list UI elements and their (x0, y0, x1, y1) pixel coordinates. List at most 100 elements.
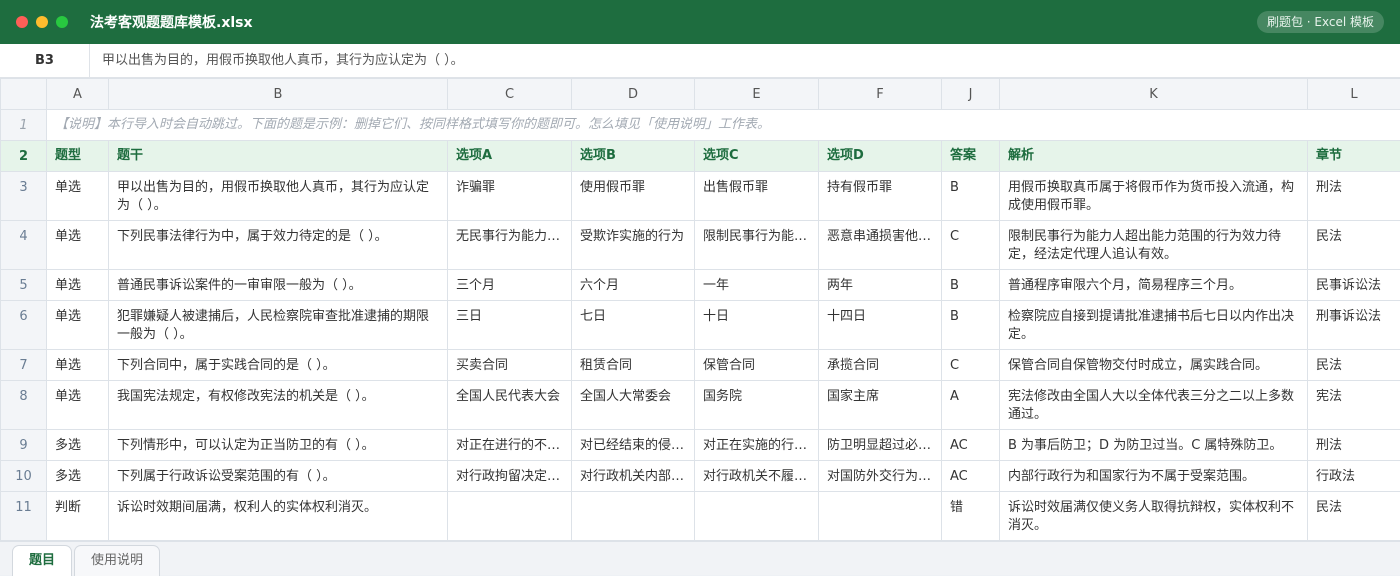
table-cell[interactable]: 下列合同中，属于实践合同的是（ ）。 (109, 350, 448, 381)
table-cell[interactable]: 犯罪嫌疑人被逮捕后，人民检察院审查批准逮捕的期限一般为（ ）。 (109, 301, 448, 350)
table-cell[interactable]: 十四日 (819, 301, 942, 350)
close-window-button[interactable] (16, 16, 28, 28)
table-cell[interactable]: 恶意串通损害他… (819, 221, 942, 270)
table-cell[interactable]: 对国防外交行为… (819, 461, 942, 492)
table-cell[interactable]: 使用假币罪 (572, 172, 695, 221)
table-cell[interactable]: 诉讼时效届满仅使义务人取得抗辩权，实体权利不消灭。 (1000, 492, 1308, 541)
row-number[interactable]: 9 (1, 430, 47, 461)
table-cell[interactable]: 租赁合同 (572, 350, 695, 381)
table-cell[interactable]: 买卖合同 (448, 350, 572, 381)
table-cell[interactable]: 对行政机关不履… (695, 461, 819, 492)
table-cell[interactable]: 下列属于行政诉讼受案范围的有（ ）。 (109, 461, 448, 492)
row-number[interactable]: 2 (1, 141, 47, 172)
table-cell[interactable]: 宪法 (1308, 381, 1400, 430)
table-cell[interactable]: 单选 (47, 172, 109, 221)
column-header[interactable]: K (1000, 79, 1308, 110)
formula-input[interactable]: 甲以出售为目的，用假币换取他人真币，其行为应认定为（ ）。 (90, 44, 1400, 77)
row-number[interactable]: 7 (1, 350, 47, 381)
table-cell[interactable]: 错 (942, 492, 1000, 541)
table-cell[interactable] (448, 492, 572, 541)
table-cell[interactable]: 判断 (47, 492, 109, 541)
table-cell[interactable]: 六个月 (572, 270, 695, 301)
table-cell[interactable]: B (942, 301, 1000, 350)
table-cell[interactable]: 七日 (572, 301, 695, 350)
table-cell[interactable]: C (942, 350, 1000, 381)
table-cell[interactable]: 用假币换取真币属于将假币作为货币投入流通，构成使用假币罪。 (1000, 172, 1308, 221)
column-header[interactable]: A (47, 79, 109, 110)
table-cell[interactable]: B (942, 270, 1000, 301)
select-all-corner[interactable] (1, 79, 47, 110)
header-cell[interactable]: 选项A (448, 141, 572, 172)
row-number[interactable]: 6 (1, 301, 47, 350)
table-cell[interactable]: 刑法 (1308, 430, 1400, 461)
table-cell[interactable]: 三个月 (448, 270, 572, 301)
table-cell[interactable]: 国务院 (695, 381, 819, 430)
table-cell[interactable]: 防卫明显超过必… (819, 430, 942, 461)
table-cell[interactable]: 对行政机关内部… (572, 461, 695, 492)
sheet-tab-questions[interactable]: 题目 (12, 545, 72, 576)
column-header[interactable]: C (448, 79, 572, 110)
table-cell[interactable]: 甲以出售为目的，用假币换取他人真币，其行为应认定为（ ）。 (109, 172, 448, 221)
table-cell[interactable]: 保管合同自保管物交付时成立，属实践合同。 (1000, 350, 1308, 381)
note-cell[interactable]: 【说明】本行导入时会自动跳过。下面的题是示例：删掉它们、按同样格式填写你的题即可… (47, 110, 1400, 141)
header-cell[interactable]: 题干 (109, 141, 448, 172)
table-cell[interactable]: 普通民事诉讼案件的一审审限一般为（ ）。 (109, 270, 448, 301)
table-cell[interactable]: 国家主席 (819, 381, 942, 430)
row-number[interactable]: 11 (1, 492, 47, 541)
header-cell[interactable]: 答案 (942, 141, 1000, 172)
row-number[interactable]: 3 (1, 172, 47, 221)
column-header[interactable]: D (572, 79, 695, 110)
sheet-tab-instructions[interactable]: 使用说明 (74, 545, 160, 576)
table-cell[interactable]: A (942, 381, 1000, 430)
table-cell[interactable]: 限制民事行为能… (695, 221, 819, 270)
table-cell[interactable]: 民事诉讼法 (1308, 270, 1400, 301)
table-cell[interactable]: 单选 (47, 270, 109, 301)
table-cell[interactable]: 内部行政行为和国家行为不属于受案范围。 (1000, 461, 1308, 492)
table-cell[interactable]: 全国人民代表大会 (448, 381, 572, 430)
table-cell[interactable] (695, 492, 819, 541)
table-cell[interactable]: 下列民事法律行为中，属于效力待定的是（ ）。 (109, 221, 448, 270)
table-cell[interactable]: 下列情形中，可以认定为正当防卫的有（ ）。 (109, 430, 448, 461)
minimize-window-button[interactable] (36, 16, 48, 28)
row-number[interactable]: 1 (1, 110, 47, 141)
header-cell[interactable]: 选项C (695, 141, 819, 172)
table-cell[interactable]: 对已经结束的侵… (572, 430, 695, 461)
table-cell[interactable]: 保管合同 (695, 350, 819, 381)
table-cell[interactable]: 多选 (47, 430, 109, 461)
header-cell[interactable]: 解析 (1000, 141, 1308, 172)
row-number[interactable]: 8 (1, 381, 47, 430)
column-header[interactable]: B (109, 79, 448, 110)
header-cell[interactable]: 题型 (47, 141, 109, 172)
column-header[interactable]: E (695, 79, 819, 110)
table-cell[interactable]: 单选 (47, 381, 109, 430)
table-cell[interactable]: 无民事行为能力… (448, 221, 572, 270)
table-cell[interactable]: 民法 (1308, 221, 1400, 270)
table-cell[interactable]: 单选 (47, 301, 109, 350)
table-cell[interactable]: 刑事诉讼法 (1308, 301, 1400, 350)
table-cell[interactable]: C (942, 221, 1000, 270)
row-number[interactable]: 5 (1, 270, 47, 301)
column-header[interactable]: J (942, 79, 1000, 110)
row-number[interactable]: 10 (1, 461, 47, 492)
table-cell[interactable]: B 为事后防卫；D 为防卫过当。C 属特殊防卫。 (1000, 430, 1308, 461)
table-cell[interactable]: 诈骗罪 (448, 172, 572, 221)
header-cell[interactable]: 选项B (572, 141, 695, 172)
table-cell[interactable]: 单选 (47, 221, 109, 270)
table-cell[interactable]: 全国人大常委会 (572, 381, 695, 430)
table-cell[interactable]: 受欺诈实施的行为 (572, 221, 695, 270)
table-cell[interactable]: 十日 (695, 301, 819, 350)
table-cell[interactable]: 一年 (695, 270, 819, 301)
table-cell[interactable]: 诉讼时效期间届满，权利人的实体权利消灭。 (109, 492, 448, 541)
table-cell[interactable]: 民法 (1308, 350, 1400, 381)
column-header[interactable]: F (819, 79, 942, 110)
header-cell[interactable]: 选项D (819, 141, 942, 172)
table-cell[interactable]: 两年 (819, 270, 942, 301)
row-number[interactable]: 4 (1, 221, 47, 270)
table-cell[interactable]: 对行政拘留决定… (448, 461, 572, 492)
table-cell[interactable]: 多选 (47, 461, 109, 492)
table-cell[interactable]: 对正在进行的不… (448, 430, 572, 461)
table-cell[interactable]: 民法 (1308, 492, 1400, 541)
table-cell[interactable]: 单选 (47, 350, 109, 381)
table-cell[interactable]: 行政法 (1308, 461, 1400, 492)
table-cell[interactable]: 出售假币罪 (695, 172, 819, 221)
